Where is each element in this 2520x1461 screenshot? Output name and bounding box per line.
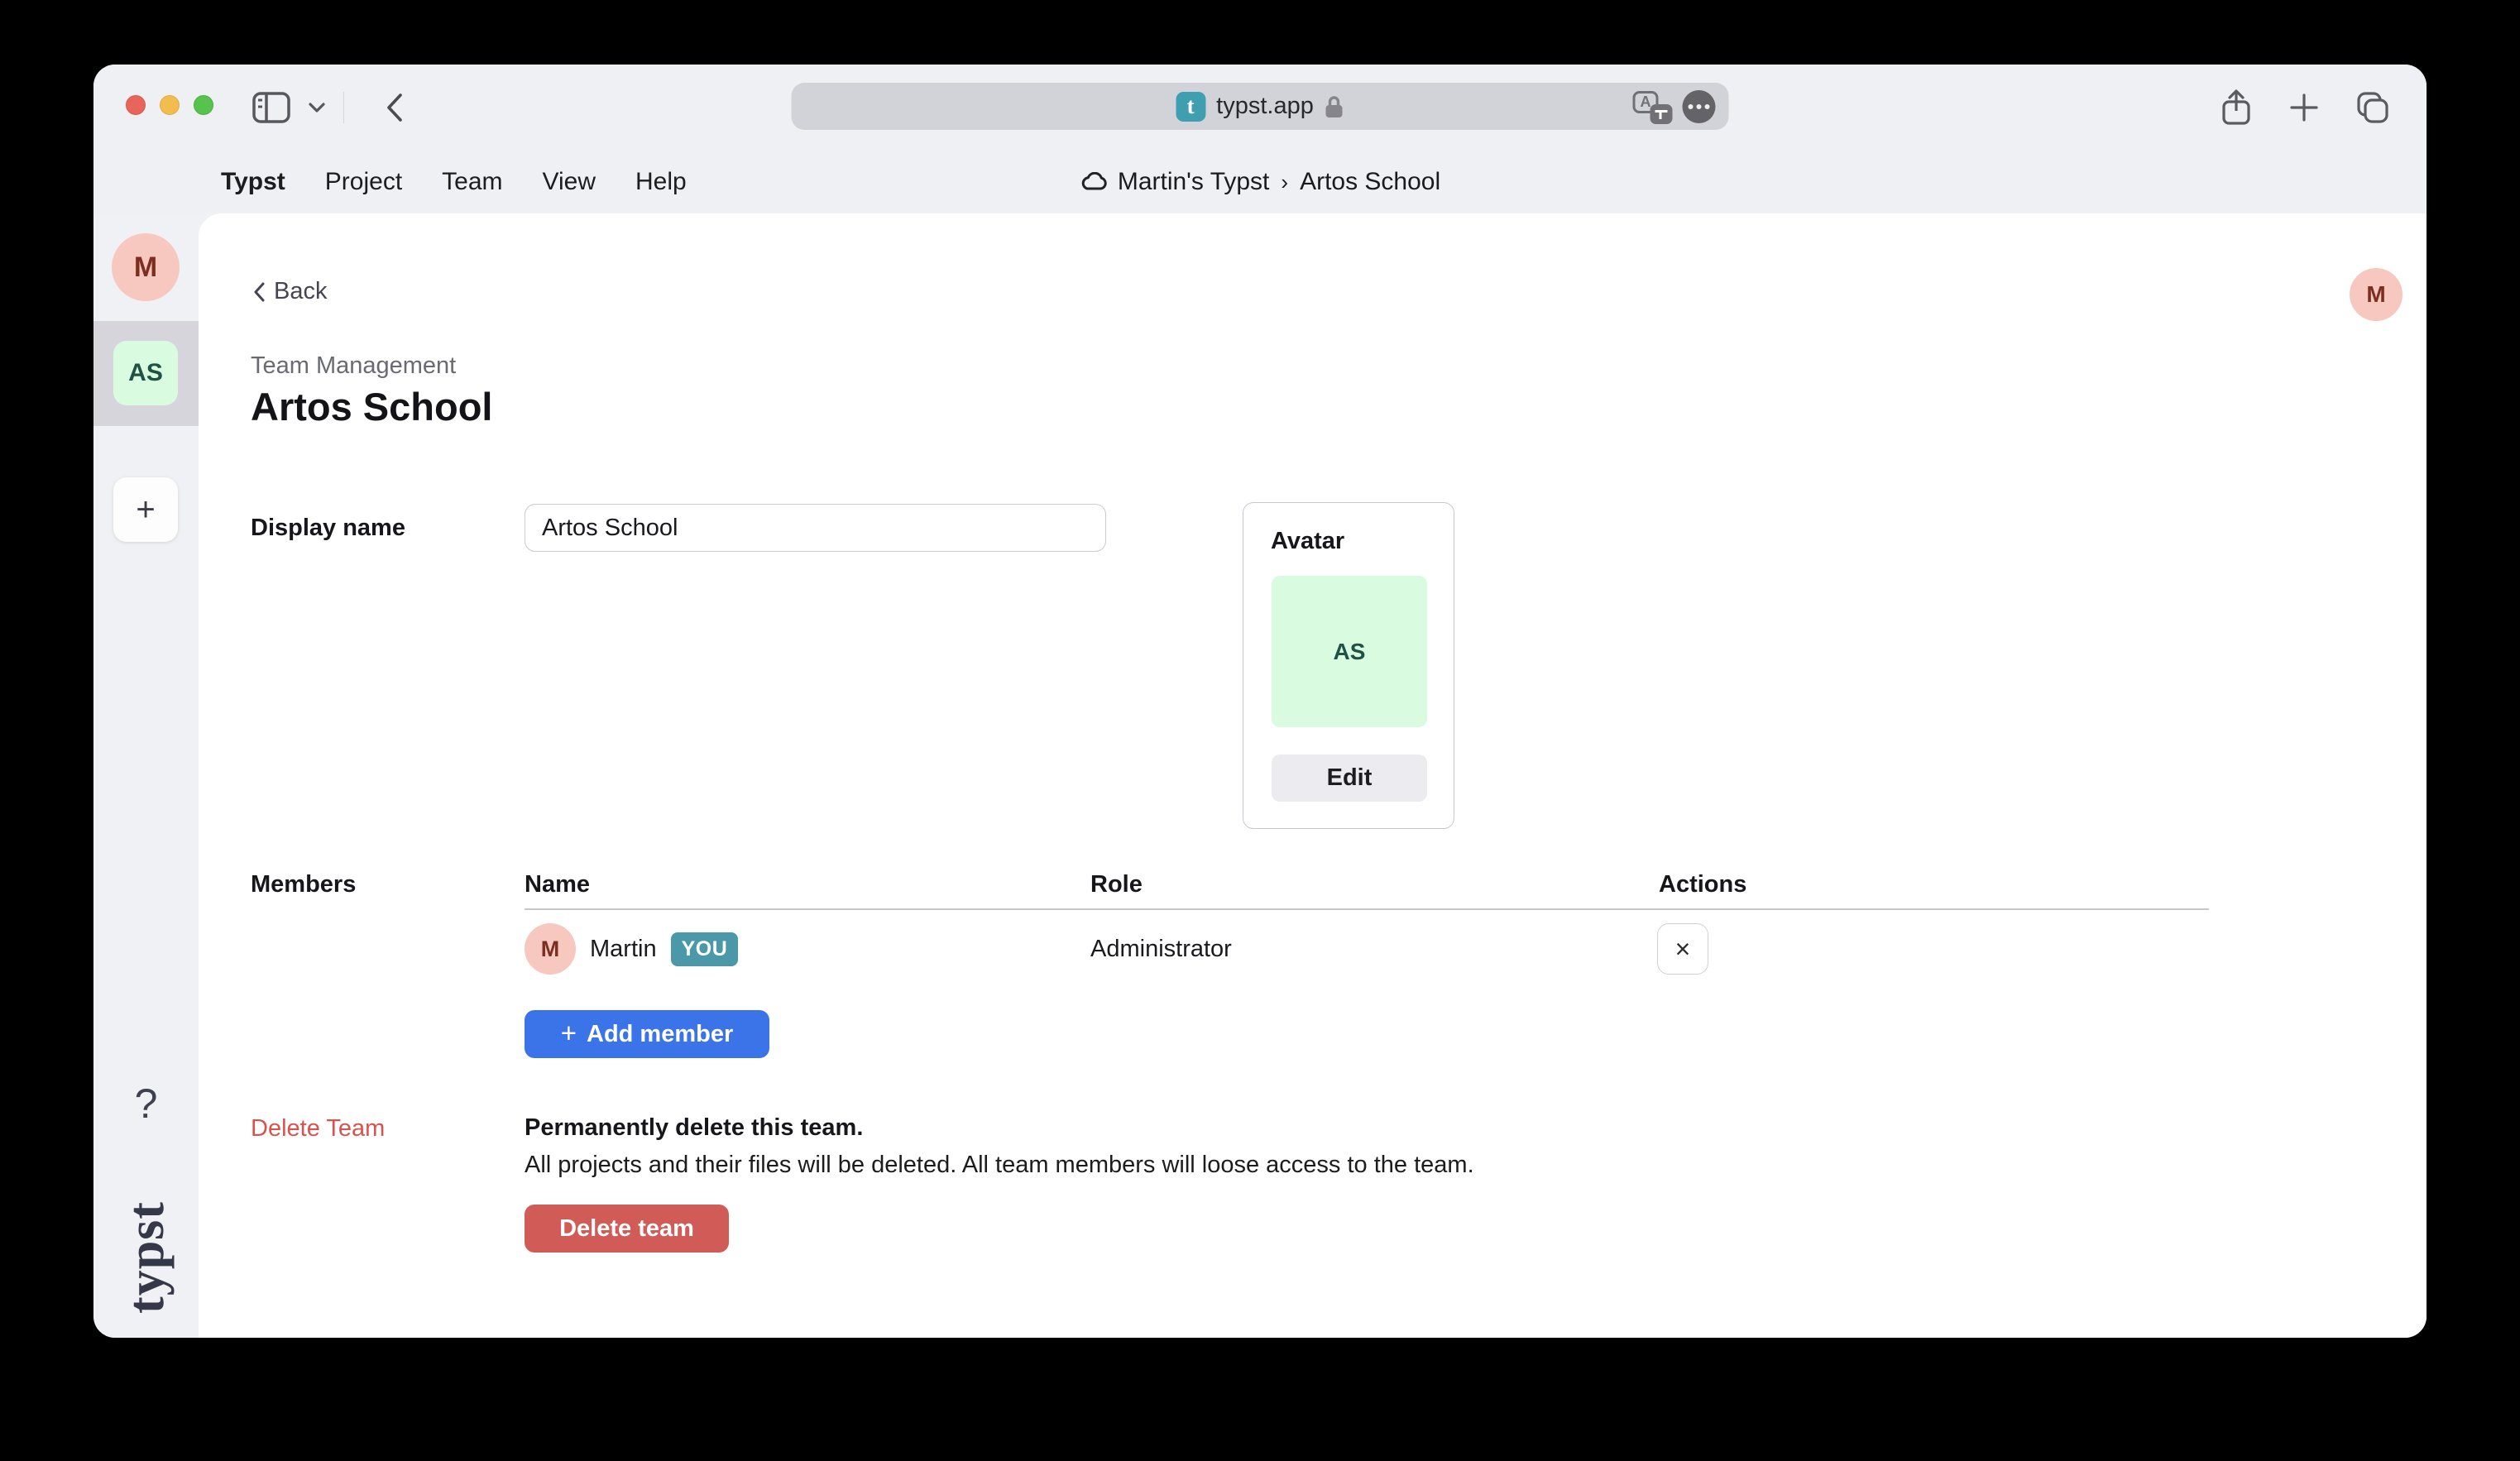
column-header-role: Role bbox=[1090, 871, 1143, 898]
table-divider bbox=[525, 908, 2209, 910]
close-window-button[interactable] bbox=[126, 95, 146, 115]
menu-help[interactable]: Help bbox=[635, 168, 687, 196]
zoom-window-button[interactable] bbox=[194, 95, 213, 115]
plus-icon: + bbox=[561, 1018, 577, 1049]
members-label: Members bbox=[251, 871, 356, 898]
page-options-icon[interactable] bbox=[1683, 90, 1716, 123]
back-navigation-icon[interactable] bbox=[386, 93, 404, 122]
address-bar[interactable]: t typst.app A bbox=[792, 83, 1729, 130]
display-name-label: Display name bbox=[251, 504, 405, 552]
tab-overview-icon[interactable] bbox=[2355, 90, 2390, 125]
typst-logo: typst bbox=[120, 1171, 173, 1338]
traffic-lights bbox=[126, 95, 213, 115]
lock-icon bbox=[1325, 94, 1344, 119]
page-title: Artos School bbox=[251, 384, 492, 429]
cloud-icon bbox=[1080, 172, 1108, 192]
sidebar-item-team-artos-school[interactable]: AS bbox=[113, 341, 178, 405]
delete-warning-title: Permanently delete this team. bbox=[525, 1114, 863, 1142]
toolbar-divider bbox=[343, 92, 344, 123]
remove-member-button[interactable]: × bbox=[1657, 923, 1708, 975]
minimize-window-button[interactable] bbox=[160, 95, 180, 115]
add-member-label: Add member bbox=[587, 1021, 733, 1048]
translate-icon[interactable]: A bbox=[1633, 89, 1673, 124]
member-row-name-cell: M Martin YOU bbox=[525, 923, 738, 975]
account-avatar[interactable]: M bbox=[2350, 268, 2403, 321]
site-favicon: t bbox=[1176, 92, 1205, 122]
avatar-card-title: Avatar bbox=[1271, 528, 1344, 555]
sidebar-add-team-button[interactable]: + bbox=[113, 477, 178, 542]
chevron-down-icon[interactable] bbox=[309, 103, 325, 113]
share-icon[interactable] bbox=[2220, 89, 2253, 127]
menu-view[interactable]: View bbox=[543, 168, 596, 196]
back-link-label: Back bbox=[274, 278, 327, 305]
new-tab-icon[interactable] bbox=[2289, 93, 2319, 122]
sidebar-user-avatar[interactable]: M bbox=[112, 233, 180, 301]
menu-project[interactable]: Project bbox=[325, 168, 402, 196]
delete-warning-body: All projects and their files will be del… bbox=[525, 1152, 1474, 1179]
member-role: Administrator bbox=[1090, 923, 1232, 975]
back-link[interactable]: Back bbox=[253, 278, 327, 305]
sidebar-toggle-icon[interactable] bbox=[252, 92, 290, 123]
member-avatar: M bbox=[525, 923, 576, 975]
team-avatar-preview: AS bbox=[1272, 576, 1427, 727]
url-text: typst.app bbox=[1216, 93, 1314, 120]
edit-avatar-button[interactable]: Edit bbox=[1272, 754, 1427, 802]
column-header-name: Name bbox=[525, 871, 590, 898]
you-badge: YOU bbox=[671, 932, 739, 966]
chevron-left-icon bbox=[253, 282, 266, 302]
app-menubar: Typst Project Team View Help Martin's Ty… bbox=[93, 151, 2427, 213]
member-name: Martin bbox=[590, 936, 657, 963]
breadcrumb-current: Artos School bbox=[1300, 168, 1440, 196]
avatar-card: Avatar AS Edit bbox=[1243, 502, 1454, 829]
breadcrumb-parent[interactable]: Martin's Typst bbox=[1118, 168, 1270, 196]
team-management-page: Back M Team Management Artos School Disp… bbox=[199, 213, 2427, 1338]
delete-team-button[interactable]: Delete team bbox=[525, 1205, 729, 1253]
section-label: Team Management bbox=[251, 352, 456, 380]
breadcrumb-separator-icon: › bbox=[1279, 170, 1290, 195]
help-icon[interactable]: ? bbox=[93, 1080, 199, 1128]
delete-team-section-label: Delete Team bbox=[251, 1115, 385, 1142]
menu-typst[interactable]: Typst bbox=[221, 168, 285, 196]
titlebar: t typst.app A bbox=[93, 65, 2427, 151]
browser-chrome: t typst.app A bbox=[93, 65, 2427, 213]
breadcrumb[interactable]: Martin's Typst › Artos School bbox=[1080, 151, 1440, 213]
add-member-button[interactable]: + Add member bbox=[525, 1010, 769, 1058]
browser-window: t typst.app A bbox=[93, 65, 2427, 1338]
display-name-input[interactable] bbox=[525, 504, 1106, 552]
column-header-actions: Actions bbox=[1659, 871, 1746, 898]
workspace-sidebar: M AS + ? typst bbox=[93, 213, 199, 1338]
menu-team[interactable]: Team bbox=[442, 168, 502, 196]
